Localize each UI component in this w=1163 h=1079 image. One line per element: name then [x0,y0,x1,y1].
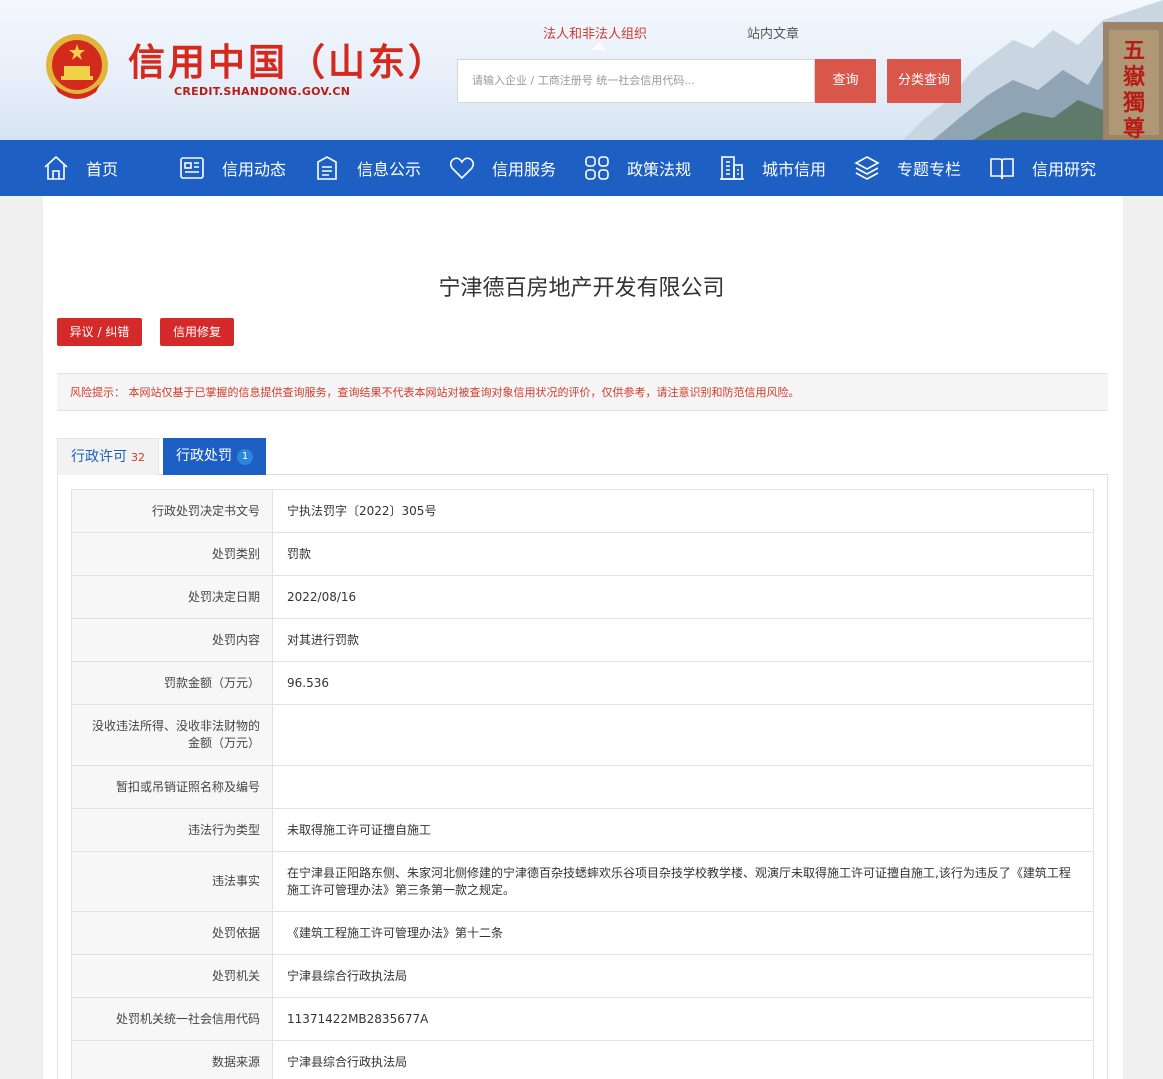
risk-notice: 风险提示： 本网站仅基于已掌握的信息提供查询服务，查询结果不代表本网站对被查询对… [57,373,1108,411]
site-header: 五 嶽 獨 尊 信用中国（山东） CREDIT.SHANDONG.GOV.CN … [0,0,1163,140]
field-value: 罚款 [272,532,1094,576]
nav-item-credit-research[interactable]: 信用研究 [988,140,1096,196]
search-input[interactable]: 请输入企业 / 工商注册号 统一社会信用代码... [457,59,815,103]
nav-label: 信用动态 [222,160,287,179]
nav-label: 信用研究 [1032,160,1097,179]
heart-icon [449,157,475,180]
field-label: 违法行为类型 [71,808,273,852]
field-label: 没收违法所得、没收非法财物的金额（万元） [71,704,273,766]
field-value: 宁执法罚字〔2022〕305号 [272,489,1094,533]
penalty-detail-table: 行政处罚决定书文号 宁执法罚字〔2022〕305号 处罚类别 罚款 处罚决定日期… [71,489,1094,1079]
field-label: 暂扣或吊销证照名称及编号 [71,765,273,809]
table-row: 处罚类别 罚款 [71,532,1094,576]
nav-item-info-disclosure[interactable]: 信息公示 [313,140,421,196]
tab-administrative-license[interactable]: 行政许可 32 [57,438,159,475]
field-value: 对其进行罚款 [272,618,1094,662]
tab-administrative-penalty[interactable]: 行政处罚 1 [163,438,266,475]
table-row: 罚款金额（万元） 96.536 [71,661,1094,705]
building-icon [720,156,744,180]
svg-text:嶽: 嶽 [1123,64,1145,90]
site-logo-title[interactable]: 信用中国（山东） [128,32,448,86]
table-row: 行政处罚决定书文号 宁执法罚字〔2022〕305号 [71,489,1094,533]
field-value: 11371422MB2835677A [272,997,1094,1041]
table-row: 处罚内容 对其进行罚款 [71,618,1094,662]
field-value [272,765,1094,809]
svg-text:獨: 獨 [1122,90,1145,116]
nav-item-special-topics[interactable]: 专题专栏 [853,140,961,196]
table-row: 处罚机关 宁津县综合行政执法局 [71,954,1094,998]
active-tab-indicator [592,43,606,50]
main-nav: 首页 信用动态 信息公示 信用服务 政策法规 城市信用 专题专栏 信用研究 [0,140,1163,196]
table-row: 没收违法所得、没收非法财物的金额（万元） [71,704,1094,766]
nav-label: 信息公示 [357,160,422,179]
search-tab-organizations[interactable]: 法人和非法人组织 [543,23,647,42]
category-query-button[interactable]: 分类查询 [887,59,961,103]
field-value: 宁津县综合行政执法局 [272,1040,1094,1079]
tab-count: 32 [131,451,145,464]
field-value: 未取得施工许可证擅自施工 [272,808,1094,852]
document-icon [317,156,337,180]
objection-button[interactable]: 异议 / 纠错 [57,318,142,346]
field-label: 处罚机关 [71,954,273,998]
field-label: 处罚类别 [71,532,273,576]
book-icon [990,158,1014,180]
site-logo-domain: CREDIT.SHANDONG.GOV.CN [174,85,351,98]
table-row: 违法行为类型 未取得施工许可证擅自施工 [71,808,1094,852]
nav-item-home[interactable]: 首页 [42,140,118,196]
nav-item-policy[interactable]: 政策法规 [583,140,691,196]
field-value: 96.536 [272,661,1094,705]
query-button[interactable]: 查询 [815,59,876,103]
national-emblem-icon [46,34,108,99]
table-row: 处罚机关统一社会信用代码 11371422MB2835677A [71,997,1094,1041]
news-icon [180,157,204,179]
nav-label: 城市信用 [762,160,827,179]
credit-repair-button[interactable]: 信用修复 [160,318,234,346]
table-row: 处罚决定日期 2022/08/16 [71,575,1094,619]
home-icon [44,155,68,180]
field-label: 处罚机关统一社会信用代码 [71,997,273,1041]
field-label: 处罚内容 [71,618,273,662]
company-name: 宁津德百房地产开发有限公司 [438,276,725,301]
field-value [272,704,1094,766]
table-row: 处罚依据 《建筑工程施工许可管理办法》第十二条 [71,911,1094,955]
tab-label: 行政处罚 [176,448,232,464]
field-label: 处罚决定日期 [71,575,273,619]
nav-label: 首页 [86,160,119,179]
table-row: 暂扣或吊销证照名称及编号 [71,765,1094,809]
search-tab-articles[interactable]: 站内文章 [747,23,799,42]
tab-count-badge: 1 [237,449,253,465]
field-label: 违法事实 [71,851,273,912]
table-row: 违法事实 在宁津县正阳路东侧、朱家河北侧修建的宁津德百杂技蟋蟀欢乐谷项目杂技学校… [71,851,1094,912]
layers-icon [854,156,880,180]
nav-label: 专题专栏 [897,160,962,179]
field-label: 数据来源 [71,1040,273,1079]
nav-label: 信用服务 [492,160,557,179]
table-row: 数据来源 宁津县综合行政执法局 [71,1040,1094,1079]
nav-item-credit-service[interactable]: 信用服务 [448,140,556,196]
svg-text:尊: 尊 [1123,116,1145,140]
tab-label: 行政许可 [71,449,127,465]
field-value: 在宁津县正阳路东侧、朱家河北侧修建的宁津德百杂技蟋蟀欢乐谷项目杂技学校教学楼、观… [272,851,1094,912]
field-value: 《建筑工程施工许可管理办法》第十二条 [272,911,1094,955]
field-value: 2022/08/16 [272,575,1094,619]
nav-label: 政策法规 [627,160,692,179]
nav-item-credit-news[interactable]: 信用动态 [178,140,286,196]
field-value: 宁津县综合行政执法局 [272,954,1094,998]
field-label: 处罚依据 [71,911,273,955]
field-label: 行政处罚决定书文号 [71,489,273,533]
nav-item-city-credit[interactable]: 城市信用 [718,140,826,196]
grid-icon [585,156,609,180]
field-label: 罚款金额（万元） [71,661,273,705]
svg-text:五: 五 [1123,38,1145,64]
